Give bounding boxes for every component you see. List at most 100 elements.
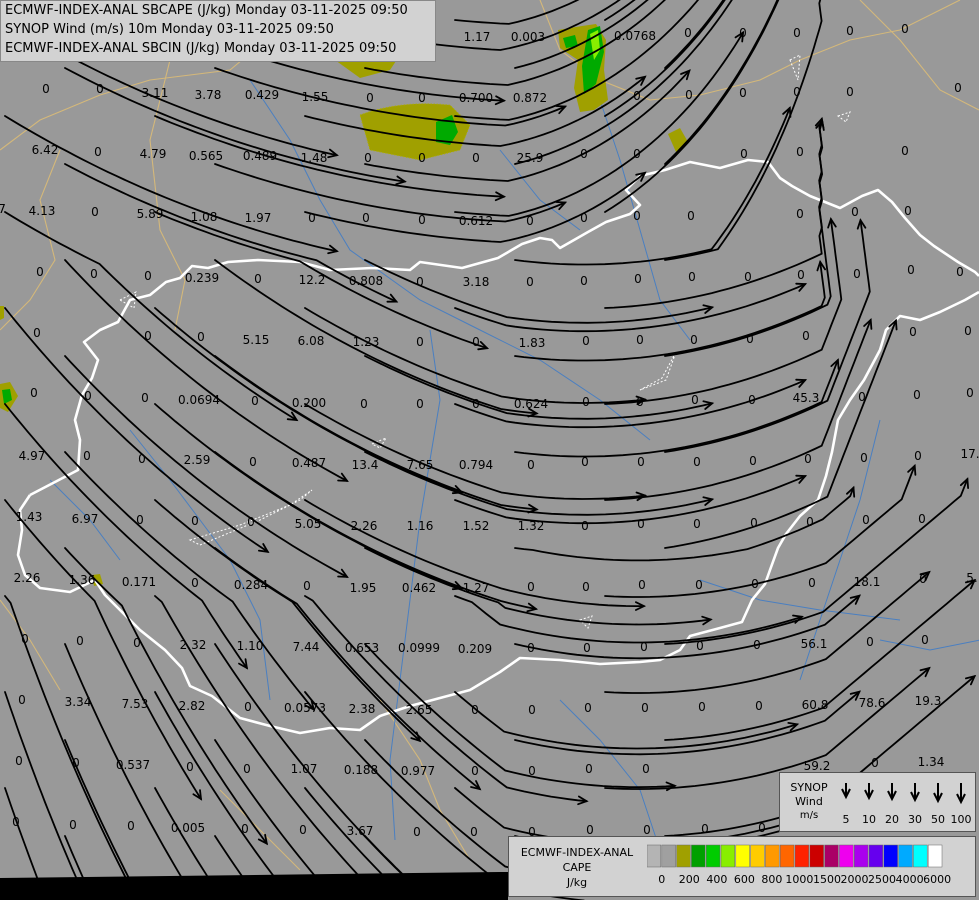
wind-legend-speed: 10 xyxy=(862,813,876,826)
map-value-label: 6.97 xyxy=(72,512,99,526)
map-value-label: 0.429 xyxy=(245,88,279,102)
weather-map[interactable]: 0 0 3.11 3.78 0.429 1.55 1.17 0.003 0.0768 0 0 0 0 0 0… xyxy=(0,0,979,900)
map-value-label: 2.26 xyxy=(351,519,378,533)
map-value-label: 0 xyxy=(90,267,98,281)
map-value-label: 0 xyxy=(243,762,251,776)
map-value-label: 78.6 xyxy=(859,696,886,710)
map-value-label: 0.794 xyxy=(459,458,493,472)
map-value-label: 0 xyxy=(418,213,426,227)
map-value-label: 0.0999 xyxy=(398,641,440,655)
wind-legend-title-3: m/s xyxy=(799,810,819,821)
map-value-label: 0.0768 xyxy=(614,29,656,43)
map-value-label: 6.42 xyxy=(32,143,59,157)
cape-tick-label: 800 xyxy=(761,873,782,886)
map-value-label: 0 xyxy=(360,397,368,411)
map-value-label: 0 xyxy=(901,144,909,158)
map-value-label: 56.1 xyxy=(801,637,828,651)
map-value-label: 0 xyxy=(418,91,426,105)
cape-legend: ECMWF-INDEX-ANAL CAPE J/kg 0 200 400 600 800… xyxy=(508,836,976,897)
map-value-label: 0.700 xyxy=(459,91,493,105)
map-value-label: 0 xyxy=(640,640,648,654)
map-value-label: 0 xyxy=(687,209,695,223)
map-value-label: 1.36 xyxy=(69,573,96,587)
cape-swatch xyxy=(794,844,810,868)
cape-swatch xyxy=(839,844,854,868)
map-value-label: 0 xyxy=(688,270,696,284)
map-value-label: 0 xyxy=(796,207,804,221)
cape-tick-label: 400 xyxy=(706,873,727,886)
map-value-label: 0 xyxy=(750,516,758,530)
map-value-label: 0 xyxy=(862,513,870,527)
map-value-label: 0 xyxy=(909,325,917,339)
map-value-label: 0 xyxy=(12,815,20,829)
cape-swatch xyxy=(824,844,839,868)
cape-area-k xyxy=(0,306,4,320)
map-value-label: 0 xyxy=(693,455,701,469)
map-value-label: 0 xyxy=(36,265,44,279)
cape-swatch xyxy=(883,844,898,868)
map-value-label: 0 xyxy=(851,205,859,219)
map-value-label: 0 xyxy=(144,269,152,283)
map-value-label: 3.18 xyxy=(463,275,490,289)
map-value-label: 0 xyxy=(796,145,804,159)
cape-swatch xyxy=(809,844,824,868)
header-line-cape: ECMWF-INDEX-ANAL SBCAPE (J/kg) Monday 03… xyxy=(5,3,408,18)
wind-legend-title-2: Wind xyxy=(795,795,823,808)
map-value-label: 3.67 xyxy=(347,824,374,838)
cape-swatch xyxy=(913,844,928,868)
map-value-label: 0 xyxy=(684,26,692,40)
map-value-label: 0 xyxy=(191,576,199,590)
map-value-label: 0.462 xyxy=(402,581,436,595)
map-value-label: 0 xyxy=(471,703,479,717)
map-value-label: 0 xyxy=(746,332,754,346)
wind-legend-speed: 30 xyxy=(908,813,922,826)
map-value-label: 0 xyxy=(528,703,536,717)
cape-swatch xyxy=(853,844,869,868)
map-value-label: 1.17 xyxy=(464,30,491,44)
wind-legend-speed: 50 xyxy=(931,813,945,826)
map-value-label: 0 xyxy=(866,635,874,649)
map-value-label: 0 xyxy=(634,272,642,286)
map-value-label: 0 xyxy=(416,275,424,289)
map-value-label: 2.32 xyxy=(180,638,207,652)
map-value-label: 0 xyxy=(755,699,763,713)
map-value-label: 0 xyxy=(580,274,588,288)
map-value-label: 0 xyxy=(527,580,535,594)
map-value-label: 0.808 xyxy=(349,274,383,288)
map-value-label: 0 xyxy=(744,270,752,284)
map-value-label: 0 xyxy=(853,267,861,281)
map-value-label: 0 xyxy=(133,636,141,650)
wind-legend-arrows: 5 10 20 30 50 100 xyxy=(841,783,972,826)
wind-legend-speed: 20 xyxy=(885,813,899,826)
cape-swatch xyxy=(750,844,765,868)
wind-legend-speed: 5 xyxy=(843,813,850,826)
map-value-label: 0 xyxy=(527,641,535,655)
map-value-label: 1.27 xyxy=(463,581,490,595)
map-value-label: 0 xyxy=(921,633,929,647)
map-value-label: 4.13 xyxy=(29,204,56,218)
map-value-label: 0 xyxy=(690,333,698,347)
map-value-label: 1.52 xyxy=(463,519,490,533)
map-value-label: 0.0573 xyxy=(284,701,326,715)
map-value-label: 0 xyxy=(846,24,854,38)
map-value-label: 0 xyxy=(633,209,641,223)
map-value-label: 0 xyxy=(739,86,747,100)
map-value-label: 0 xyxy=(21,632,29,646)
cape-swatch xyxy=(720,844,736,868)
map-value-label: 0 xyxy=(633,147,641,161)
map-value-label: 0 xyxy=(748,393,756,407)
map-value-label: 5.05 xyxy=(295,517,322,531)
map-value-label: 6.08 xyxy=(298,334,325,348)
map-value-label: 0 xyxy=(954,81,962,95)
map-value-label: 0 xyxy=(637,517,645,531)
map-value-label: 0.200 xyxy=(292,396,326,410)
map-value-label: 0 xyxy=(526,275,534,289)
map-value-label: 0 xyxy=(413,825,421,839)
map-value-label: 0.565 xyxy=(189,149,223,163)
cape-tick-label: 200 xyxy=(679,873,700,886)
map-value-label: 0 xyxy=(15,754,23,768)
cape-tick-label: 2000 xyxy=(841,873,869,886)
cape-tick-label: 1500 xyxy=(813,873,841,886)
map-value-label: 18.1 xyxy=(854,575,881,589)
map-value-label: 0 xyxy=(797,268,805,282)
